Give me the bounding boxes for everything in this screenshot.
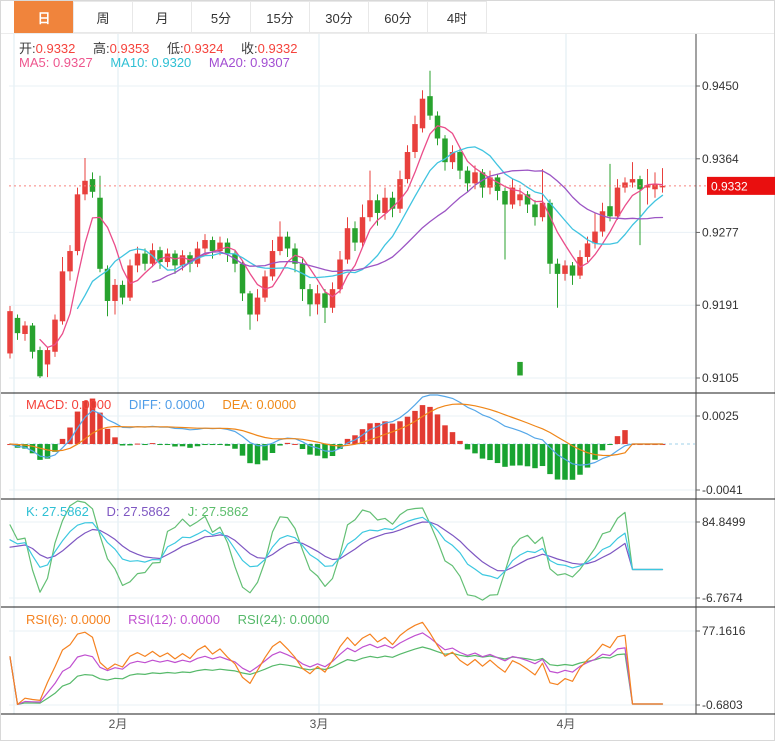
x-axis-label: 3月	[310, 717, 329, 731]
tab-day[interactable]: 日	[14, 1, 74, 33]
current-price-badge: 0.9332	[707, 176, 775, 195]
tab-30min[interactable]: 30分	[309, 1, 369, 33]
tab-5min[interactable]: 5分	[191, 1, 251, 33]
y-axis-label: 84.8499	[702, 515, 746, 529]
y-axis-labels: 0.9450 0.9364 0.9277 0.9191 0.9105 0.0025 -0.0…	[696, 79, 746, 712]
y-axis-label: 0.0025	[702, 409, 739, 423]
macd-histogram	[7, 398, 666, 480]
gridlines	[9, 34, 696, 714]
rsi-lines	[9, 621, 664, 706]
y-axis-label: 0.9191	[702, 298, 739, 312]
tab-month[interactable]: 月	[132, 1, 192, 33]
y-axis-label: 0.9105	[702, 371, 739, 385]
x-axis-labels: 2月 3月 4月	[109, 717, 576, 731]
x-axis-label: 4月	[557, 717, 576, 731]
x-axis-label: 2月	[109, 717, 128, 731]
tab-60min[interactable]: 60分	[368, 1, 428, 33]
tab-4hour[interactable]: 4时	[427, 1, 487, 33]
y-axis-label: 0.9277	[702, 225, 739, 239]
tab-15min[interactable]: 15分	[250, 1, 310, 33]
y-axis-label: 0.9364	[702, 152, 739, 166]
timeframe-tabbar: 日 周 月 5分 15分 30分 60分 4时	[1, 1, 774, 34]
outlier-bar	[517, 361, 523, 376]
kdj-lines	[9, 500, 664, 601]
current-price-label: 0.9332	[711, 179, 748, 193]
chart-widget: 日 周 月 5分 15分 30分 60分 4时 开:0.9332 高:0.935…	[0, 0, 775, 741]
chart-canvas[interactable]: 0.9450 0.9364 0.9277 0.9191 0.9105 0.0025 -0.0…	[1, 34, 775, 742]
panel-dividers	[1, 34, 775, 715]
y-axis-label: -0.6803	[702, 698, 743, 712]
tab-week[interactable]: 周	[73, 1, 133, 33]
y-axis-label: 0.9450	[702, 79, 739, 93]
y-axis-label: -6.7674	[702, 591, 743, 605]
y-axis-label: -0.0041	[702, 483, 743, 497]
y-axis-label: 77.1616	[702, 624, 746, 638]
